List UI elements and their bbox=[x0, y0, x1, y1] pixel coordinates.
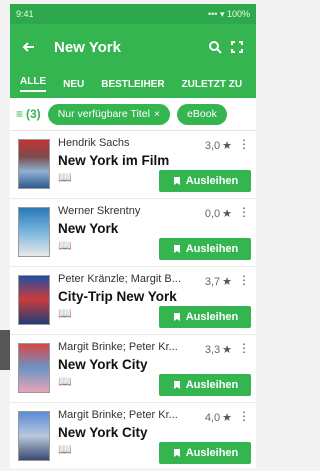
tab-alle[interactable]: ALLE bbox=[20, 76, 47, 92]
list-item[interactable]: Werner Skrentny New York 📖 0,0 ★ ⋮ Auslei… bbox=[10, 199, 256, 267]
bookmark-icon bbox=[173, 245, 180, 253]
bookmark-icon bbox=[173, 381, 180, 389]
book-title: New York City bbox=[58, 357, 148, 372]
book-author: Peter Kränzle; Margit B... bbox=[58, 273, 181, 285]
status-time: 9:41 bbox=[16, 9, 34, 19]
borrow-button[interactable]: Ausleihen bbox=[159, 170, 251, 192]
more-icon[interactable]: ⋮ bbox=[238, 137, 250, 151]
list-item[interactable]: Peter Kränzle; Margit B... City-Trip New… bbox=[10, 267, 256, 335]
book-title: City-Trip New York bbox=[58, 289, 177, 304]
rating: 3,7 ★ bbox=[204, 275, 232, 289]
scan-icon[interactable] bbox=[226, 36, 248, 58]
book-title: New York City bbox=[58, 425, 148, 440]
borrow-button[interactable]: Ausleihen bbox=[159, 306, 251, 328]
list-item[interactable]: Margit Brinke; Peter Kr... New York City… bbox=[10, 403, 256, 468]
book-author: Margit Brinke; Peter Kr... bbox=[58, 341, 178, 353]
list-item[interactable]: Hendrik Sachs New York im Film 📖 3,0 ★ ⋮ … bbox=[10, 131, 256, 199]
results-list: Hendrik Sachs New York im Film 📖 3,0 ★ ⋮ … bbox=[10, 131, 256, 468]
bookmark-icon bbox=[173, 177, 180, 185]
borrow-button[interactable]: Ausleihen bbox=[159, 442, 251, 464]
borrow-button[interactable]: Ausleihen bbox=[159, 238, 251, 260]
bookmark-icon bbox=[173, 449, 180, 457]
app-window: 9:41 ••• ▾ 100% New York ALLE NEU BESTLE… bbox=[10, 4, 256, 468]
more-icon[interactable]: ⋮ bbox=[238, 341, 250, 355]
book-title: New York im Film bbox=[58, 153, 170, 168]
book-author: Werner Skrentny bbox=[58, 205, 141, 217]
filter-bar: ≡ (3) Nur verfügbare Titel × eBook bbox=[10, 98, 256, 131]
rating: 0,0 ★ bbox=[204, 207, 232, 221]
status-bar: 9:41 ••• ▾ 100% bbox=[10, 4, 256, 24]
book-title: New York bbox=[58, 221, 119, 236]
available-only-chip[interactable]: Nur verfügbare Titel × bbox=[47, 103, 171, 125]
filter-count[interactable]: ≡ (3) bbox=[16, 107, 41, 121]
more-icon[interactable]: ⋮ bbox=[238, 205, 250, 219]
star-icon: ★ bbox=[222, 412, 232, 424]
ebook-chip[interactable]: eBook bbox=[177, 103, 227, 125]
star-icon: ★ bbox=[222, 140, 232, 152]
book-cover bbox=[18, 411, 50, 461]
star-icon: ★ bbox=[222, 208, 232, 220]
status-indicators: ••• ▾ 100% bbox=[208, 8, 250, 19]
background-edge bbox=[0, 330, 10, 370]
bookmark-icon bbox=[173, 313, 180, 321]
rating: 3,3 ★ bbox=[204, 343, 232, 357]
book-author: Hendrik Sachs bbox=[58, 137, 130, 149]
app-bar: New York bbox=[10, 24, 256, 70]
tab-zuletzt[interactable]: ZULETZT ZU bbox=[182, 79, 243, 90]
tab-bestleiher[interactable]: BESTLEIHER bbox=[101, 79, 164, 90]
more-icon[interactable]: ⋮ bbox=[238, 273, 250, 287]
search-icon[interactable] bbox=[204, 36, 226, 58]
book-cover bbox=[18, 207, 50, 257]
tab-neu[interactable]: NEU bbox=[63, 79, 84, 90]
book-cover bbox=[18, 343, 50, 393]
rating: 3,0 ★ bbox=[204, 139, 232, 153]
star-icon: ★ bbox=[222, 276, 232, 288]
book-cover bbox=[18, 139, 50, 189]
rating: 4,0 ★ bbox=[204, 411, 232, 425]
book-cover bbox=[18, 275, 50, 325]
more-icon[interactable]: ⋮ bbox=[238, 409, 250, 423]
tab-bar: ALLE NEU BESTLEIHER ZULETZT ZU bbox=[10, 70, 256, 98]
borrow-button[interactable]: Ausleihen bbox=[159, 374, 251, 396]
list-item[interactable]: Margit Brinke; Peter Kr... New York City… bbox=[10, 335, 256, 403]
back-icon[interactable] bbox=[18, 36, 40, 58]
star-icon: ★ bbox=[222, 344, 232, 356]
close-icon: × bbox=[153, 108, 161, 120]
book-author: Margit Brinke; Peter Kr... bbox=[58, 409, 178, 421]
filter-icon: ≡ bbox=[16, 107, 24, 121]
page-title: New York bbox=[54, 38, 121, 56]
